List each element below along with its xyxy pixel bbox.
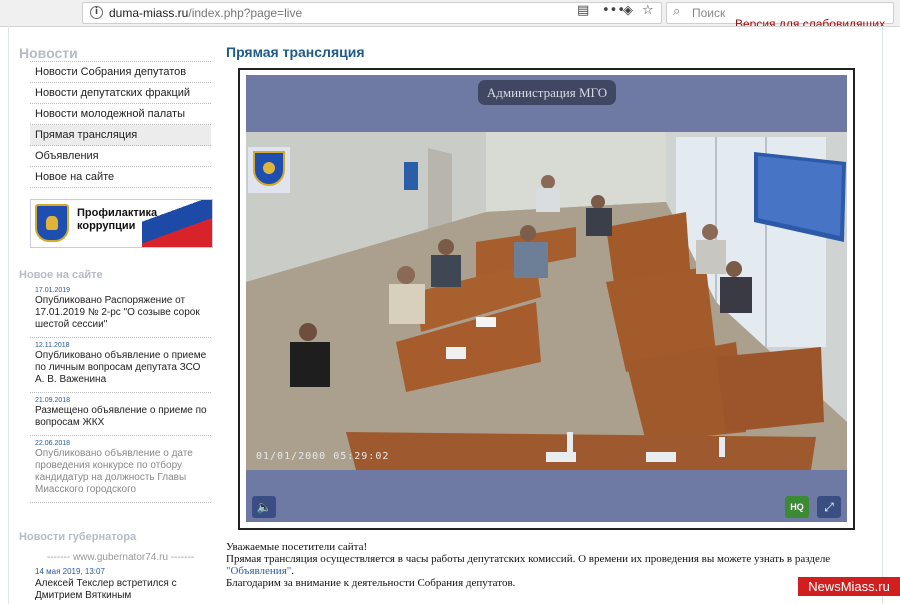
governor-news-date: 14 мая 2019, 13:07 (35, 567, 105, 576)
video-timestamp: 01/01/2000 05:29:02 (256, 451, 390, 462)
menu-item-faction-news[interactable]: Новости депутатских фракций (30, 83, 211, 104)
news-date: 21.09.2018 (35, 397, 71, 404)
list-item[interactable]: 17.01.2019 Опубликовано Распоряжение от … (30, 283, 211, 338)
news-date: 17.01.2019 (35, 287, 71, 294)
url-host: duma-miass.ru (109, 6, 189, 20)
page-title: Прямая трансляция (226, 44, 365, 60)
menu-item-live-broadcast[interactable]: Прямая трансляция (30, 125, 211, 146)
news-date: 22.06.2018 (35, 440, 71, 447)
hq-button[interactable]: HQ (785, 496, 809, 518)
news-text[interactable]: Опубликовано объявление о дате проведени… (35, 448, 211, 496)
news-menu: Новости Собрания депутатов Новости депут… (30, 61, 211, 188)
news-date: 12.11.2018 (35, 342, 70, 349)
news-text[interactable]: Опубликовано объявление о приеме по личн… (35, 350, 211, 386)
notice-greeting: Уважаемые посетители сайта! (226, 541, 368, 553)
bookmark-star-icon[interactable]: ☆ (642, 4, 654, 18)
conference-room-image (246, 132, 847, 470)
more-actions-icon[interactable]: ••• (602, 4, 625, 18)
news-text[interactable]: Опубликовано Распоряжение от 17.01.2019 … (35, 295, 211, 331)
pocket-icon[interactable]: ◈ (623, 4, 633, 18)
notice-line2: Благодарим за внимание к деятельности Со… (226, 577, 516, 589)
info-icon[interactable]: i (90, 6, 103, 19)
list-item[interactable]: 22.06.2018 Опубликовано объявление о дат… (30, 436, 211, 503)
city-crest-icon (35, 204, 69, 242)
search-icon: ⌕ (673, 4, 681, 19)
announcements-link[interactable]: "Объявления" (226, 565, 291, 577)
watermark: NewsMiass.ru (798, 577, 900, 596)
news-heading: Новости (19, 45, 78, 61)
camera-label: Администрация МГО (478, 80, 616, 105)
menu-item-youth-chamber-news[interactable]: Новости молодежной палаты (30, 104, 211, 125)
accessibility-version-link[interactable]: Версия для слабовидящих (735, 18, 885, 26)
fullscreen-icon[interactable]: ⤢ (817, 496, 841, 518)
list-item[interactable]: 21.09.2018 Размещено объявление о приеме… (30, 393, 211, 436)
notice-link-after: . (291, 565, 294, 577)
reader-view-icon[interactable]: ▤ (577, 4, 589, 18)
menu-item-announcements[interactable]: Объявления (30, 146, 211, 167)
page-border-right (882, 26, 883, 604)
notice-line1-text: Прямая трансляция осуществляется в часы … (226, 553, 831, 565)
search-placeholder: Поиск (692, 6, 726, 20)
governor-source: ------- www.gubernator74.ru ------- (46, 552, 195, 563)
new-on-site-list: 17.01.2019 Опубликовано Распоряжение от … (30, 283, 211, 503)
notice-line1: Прямая трансляция осуществляется в часы … (226, 553, 856, 577)
menu-item-new-on-site[interactable]: Новое на сайте (30, 167, 211, 188)
menu-item-assembly-news[interactable]: Новости Собрания депутатов (30, 62, 211, 83)
governor-news-heading: Новости губернатора (19, 531, 137, 543)
anti-corruption-banner[interactable]: Профилактика коррупции (30, 199, 213, 248)
video-frame[interactable] (246, 132, 847, 470)
broadcast-notice: Уважаемые посетители сайта! Прямая транс… (226, 541, 856, 589)
banner-text: Профилактика коррупции (77, 207, 158, 232)
news-text[interactable]: Размещено объявление о приеме по вопроса… (35, 405, 211, 429)
list-item[interactable]: 12.11.2018 Опубликовано объявление о при… (30, 338, 211, 393)
address-bar[interactable]: i duma-miass.ru/index.php?page=live (82, 2, 662, 24)
new-on-site-heading: Новое на сайте (19, 269, 103, 281)
governor-news-text[interactable]: Алексей Текслер встретился с Дмитрием Вя… (35, 578, 211, 602)
page-border-left (8, 26, 9, 604)
url-text[interactable]: duma-miass.ru/index.php?page=live (109, 6, 302, 20)
url-path: /index.php?page=live (188, 6, 303, 20)
volume-icon[interactable]: 🔈 (252, 496, 276, 518)
